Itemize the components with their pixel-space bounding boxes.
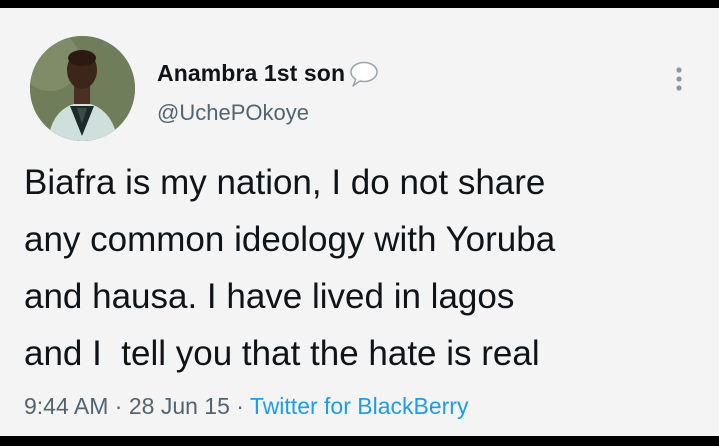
more-options-button[interactable] (670, 64, 688, 94)
tweet-source-link[interactable]: Twitter for BlackBerry (250, 393, 469, 419)
tweet-text-line: Biafra is my nation, I do not share (24, 163, 546, 202)
tweet-card: Anambra 1st son @UchePOkoye Biafra is my… (0, 8, 719, 436)
meta-separator: · (114, 393, 123, 419)
tweet-date[interactable]: 28 Jun 15 (129, 393, 230, 419)
more-vertical-icon (676, 67, 682, 91)
tweet-text-line: any common ideology with Yoruba (24, 220, 556, 259)
display-name-row: Anambra 1st son (157, 60, 379, 87)
tweet-meta: 9:44 AM · 28 Jun 15 · Twitter for BlackB… (24, 393, 468, 420)
meta-separator: · (236, 393, 244, 419)
tweet-text-line: and I tell you that the hate is real (24, 334, 540, 373)
display-name[interactable]: Anambra 1st son (157, 60, 345, 87)
user-handle[interactable]: @UchePOkoye (157, 100, 309, 126)
speech-balloon-icon (349, 61, 379, 87)
tweet-text: Biafra is my nation, I do not share any … (24, 154, 704, 382)
avatar-image (30, 36, 135, 141)
tweet-time[interactable]: 9:44 AM (24, 393, 108, 419)
avatar[interactable] (30, 36, 135, 141)
tweet-text-line: and hausa. I have lived in lagos (24, 277, 515, 316)
